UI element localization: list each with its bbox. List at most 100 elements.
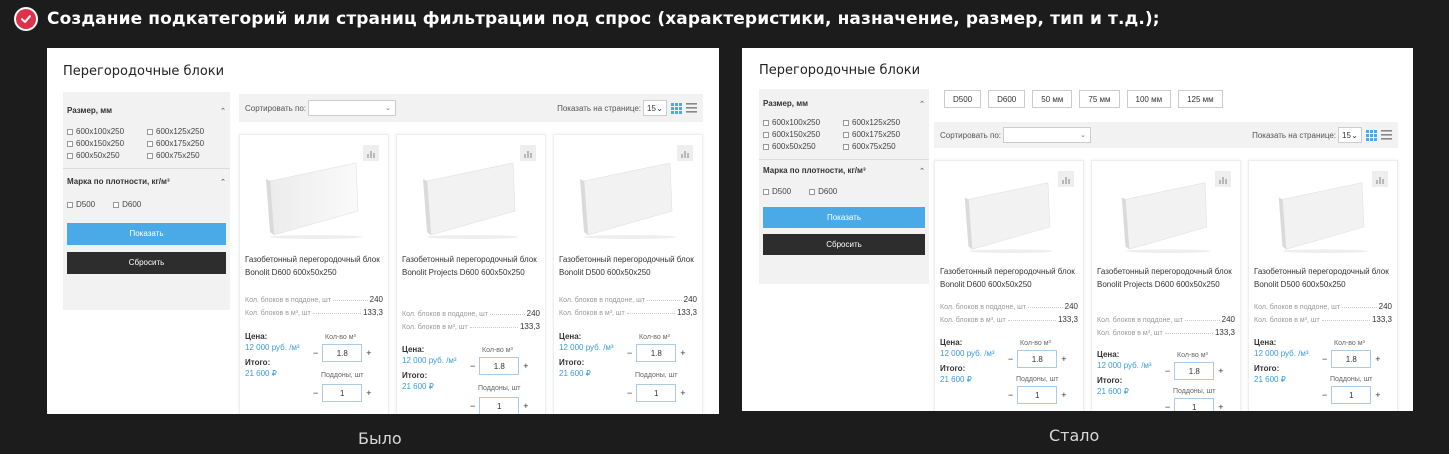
pallets-stepper[interactable]: −1 + bbox=[470, 397, 529, 414]
size-option[interactable]: 600x100x250 bbox=[67, 127, 147, 136]
product-image[interactable] bbox=[955, 179, 1067, 253]
quick-filter-button[interactable]: D600 bbox=[988, 90, 1026, 108]
density-filter-heading[interactable]: Марка по плотности, кг/м³ ⌃ bbox=[63, 169, 230, 186]
quick-filter-button[interactable]: 50 мм bbox=[1032, 90, 1073, 108]
pallets-stepper[interactable]: −1 + bbox=[627, 384, 686, 402]
size-filter-heading[interactable]: Размер, мм ⌃ bbox=[63, 92, 230, 115]
list-view-icon[interactable] bbox=[686, 103, 697, 113]
chevron-up-icon[interactable]: ⌃ bbox=[220, 178, 226, 186]
qty-stepper[interactable]: −1.8 + bbox=[313, 344, 372, 362]
pallets-stepper[interactable]: −1 + bbox=[1008, 386, 1067, 404]
qty-stepper[interactable]: −1.8 + bbox=[1322, 350, 1381, 368]
quick-filter-button[interactable]: 100 мм bbox=[1126, 90, 1172, 108]
size-option[interactable]: 600x50x250 bbox=[67, 151, 147, 160]
product-card[interactable]: Газобетонный перегородочный блок Bonolit… bbox=[553, 134, 703, 414]
product-specs: Кол. блоков в поддоне, шт 240 Кол. блоков… bbox=[1097, 315, 1235, 337]
density-option[interactable]: D500 bbox=[67, 200, 95, 209]
product-image[interactable] bbox=[1112, 179, 1224, 253]
product-card[interactable]: Газобетонный перегородочный блок Bonolit… bbox=[934, 160, 1084, 411]
pallets-stepper[interactable]: −1 + bbox=[1322, 386, 1381, 404]
price-block: Цена: 12 000 руб. /м³ Итого: 21 600 ₽ Ко… bbox=[1254, 338, 1392, 411]
size-option[interactable]: 600x50x250 bbox=[763, 142, 843, 151]
reset-button[interactable]: Сбросить bbox=[763, 234, 925, 255]
product-card[interactable]: Газобетонный перегородочный блок Bonolit… bbox=[1091, 160, 1241, 411]
product-specs: Кол. блоков в поддоне, шт 240 Кол. блоков… bbox=[1254, 302, 1392, 324]
list-view-icon[interactable] bbox=[1381, 130, 1392, 140]
price-block: Цена: 12 000 руб. /м³ Итого: 21 600 ₽ Ко… bbox=[1097, 350, 1235, 411]
product-name[interactable]: Газобетонный перегородочный блок Bonolit… bbox=[940, 265, 1079, 291]
product-image[interactable] bbox=[1269, 179, 1381, 253]
page-title: Перегородочные блоки bbox=[63, 64, 225, 79]
show-button[interactable]: Показать bbox=[67, 223, 226, 245]
sort-label: Сортировать по: bbox=[940, 130, 1002, 140]
product-name[interactable]: Газобетонный перегородочный блок Bonolit… bbox=[245, 253, 384, 279]
density-option[interactable]: D600 bbox=[809, 187, 837, 196]
chevron-up-icon[interactable]: ⌃ bbox=[919, 167, 925, 175]
filter-sidebar: Размер, мм ⌃ 600x100x250 600x125x250 600… bbox=[63, 92, 230, 310]
qty-stepper[interactable]: −1.8 + bbox=[1008, 350, 1067, 368]
density-options: D500 D600 bbox=[63, 186, 230, 209]
grid-view-icon[interactable] bbox=[1366, 129, 1377, 141]
sort-select[interactable]: ⌄ bbox=[1003, 127, 1092, 143]
show-button[interactable]: Показать bbox=[763, 207, 925, 228]
size-option[interactable]: 600x175x250 bbox=[843, 130, 923, 139]
quick-filter-button[interactable]: 75 мм bbox=[1079, 90, 1120, 108]
size-option[interactable]: 600x75x250 bbox=[147, 151, 227, 160]
product-name[interactable]: Газобетонный перегородочный блок Bonolit… bbox=[559, 253, 698, 279]
product-specs: Кол. блоков в поддоне, шт 240 Кол. блоков… bbox=[402, 309, 540, 331]
chevron-up-icon[interactable]: ⌃ bbox=[220, 107, 226, 115]
size-option[interactable]: 600x125x250 bbox=[843, 118, 923, 127]
per-page-select[interactable]: 15 ⌄ bbox=[1338, 127, 1362, 143]
product-name[interactable]: Газобетонный перегородочный блок Bonolit… bbox=[1254, 265, 1393, 291]
pallets-stepper[interactable]: −1 + bbox=[1165, 398, 1224, 411]
sort-select[interactable]: ⌄ bbox=[308, 100, 397, 116]
size-option[interactable]: 600x175x250 bbox=[147, 139, 227, 148]
headline: Создание подкатегорий или страниц фильтр… bbox=[14, 6, 1160, 32]
product-image[interactable] bbox=[417, 159, 529, 239]
size-option[interactable]: 600x100x250 bbox=[763, 118, 843, 127]
quick-filter-button[interactable]: D500 bbox=[944, 90, 982, 108]
check-icon bbox=[14, 7, 38, 31]
size-option[interactable]: 600x75x250 bbox=[843, 142, 923, 151]
product-specs: Кол. блоков в поддоне, шт 240 Кол. блоков… bbox=[559, 295, 697, 317]
sort-toolbar: Сортировать по: ⌄ Показать на странице: … bbox=[239, 94, 703, 122]
per-page-select[interactable]: 15 ⌄ bbox=[643, 100, 667, 116]
sort-toolbar: Сортировать по: ⌄ Показать на странице: … bbox=[934, 122, 1398, 148]
product-card[interactable]: Газобетонный перегородочный блок Bonolit… bbox=[396, 134, 546, 414]
chevron-up-icon[interactable]: ⌃ bbox=[919, 100, 925, 108]
qty-stepper[interactable]: −1.8 + bbox=[1165, 362, 1224, 380]
density-filter-label: Марка по плотности, кг/м³ bbox=[67, 177, 170, 186]
size-options: 600x100x250 600x125x250 600x150x250 600x… bbox=[759, 108, 929, 151]
size-option[interactable]: 600x150x250 bbox=[763, 130, 843, 139]
sort-label: Сортировать по: bbox=[245, 103, 307, 113]
product-card[interactable]: Газобетонный перегородочный блок Bonolit… bbox=[239, 134, 389, 414]
product-specs: Кол. блоков в поддоне, шт 240 Кол. блоков… bbox=[940, 302, 1078, 324]
qty-stepper[interactable]: −1.8 + bbox=[470, 357, 529, 375]
reset-button[interactable]: Сбросить bbox=[67, 252, 226, 274]
caption-before: Было bbox=[358, 429, 402, 448]
grid-view-icon[interactable] bbox=[671, 102, 682, 114]
product-image[interactable] bbox=[574, 159, 686, 239]
size-filter-label: Размер, мм bbox=[763, 99, 809, 108]
quick-filter-button[interactable]: 125 мм bbox=[1178, 90, 1223, 108]
density-filter-heading[interactable]: Марка по плотности, кг/м³ ⌃ bbox=[759, 160, 929, 175]
product-image[interactable] bbox=[260, 159, 372, 239]
size-option[interactable]: 600x150x250 bbox=[67, 139, 147, 148]
size-options: 600x100x250 600x125x250 600x150x250 600x… bbox=[63, 115, 230, 160]
size-option[interactable]: 600x125x250 bbox=[147, 127, 227, 136]
price-block: Цена: 12 000 руб. /м³ Итого: 21 600 ₽ Ко… bbox=[245, 332, 383, 412]
screenshot-after: Перегородочные блоки Размер, мм ⌃ 600x10… bbox=[742, 48, 1413, 411]
size-filter-heading[interactable]: Размер, мм ⌃ bbox=[759, 89, 929, 108]
filter-sidebar: Размер, мм ⌃ 600x100x250 600x125x250 600… bbox=[759, 89, 929, 284]
product-specs: Кол. блоков в поддоне, шт 240 Кол. блоков… bbox=[245, 295, 383, 317]
density-option[interactable]: D600 bbox=[113, 200, 141, 209]
density-option[interactable]: D500 bbox=[763, 187, 791, 196]
headline-text: Создание подкатегорий или страниц фильтр… bbox=[47, 9, 1160, 29]
product-name[interactable]: Газобетонный перегородочный блок Bonolit… bbox=[402, 253, 541, 279]
product-card[interactable]: Газобетонный перегородочный блок Bonolit… bbox=[1248, 160, 1398, 411]
price-block: Цена: 12 000 руб. /м³ Итого: 21 600 ₽ Ко… bbox=[402, 345, 540, 414]
qty-stepper[interactable]: −1.8 + bbox=[627, 344, 686, 362]
product-name[interactable]: Газобетонный перегородочный блок Bonolit… bbox=[1097, 265, 1236, 291]
per-page-label: Показать на странице: bbox=[1252, 130, 1336, 140]
pallets-stepper[interactable]: −1 + bbox=[313, 384, 372, 402]
